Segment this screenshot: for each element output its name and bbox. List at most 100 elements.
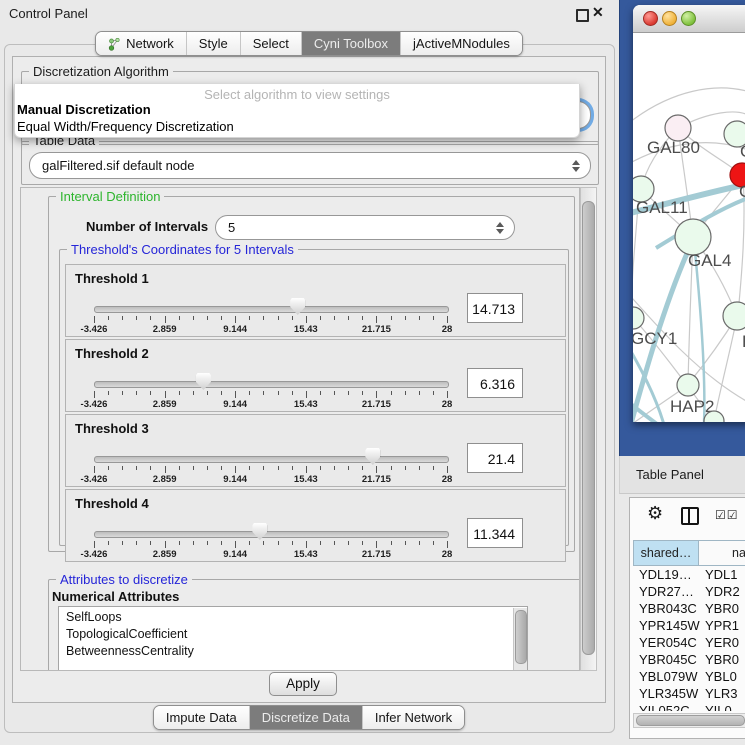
numerical-attributes-list[interactable]: SelfLoopsTopologicalCoefficientBetweenne… xyxy=(58,606,528,671)
tick xyxy=(193,391,194,395)
threshold-panel-1: Threshold 1-3.4262.8599.14415.4321.71528… xyxy=(65,264,566,337)
network-node-H-partial[interactable] xyxy=(723,302,745,330)
tick xyxy=(292,541,293,545)
attribute-item[interactable]: SelfLoops xyxy=(59,609,527,626)
tick xyxy=(179,316,180,320)
table-row[interactable]: YPR145WYPR1 xyxy=(633,617,745,634)
settings-scrollbar[interactable] xyxy=(580,187,597,671)
column-header-name[interactable]: na xyxy=(699,540,745,566)
gear-icon[interactable]: ⚙ xyxy=(647,503,663,524)
tick-label: 9.144 xyxy=(223,549,247,560)
slider-track[interactable] xyxy=(94,456,449,463)
table-hscrollbar-thumb[interactable] xyxy=(636,715,745,726)
discretization-algorithm-label: Discretization Algorithm xyxy=(29,65,173,78)
tick xyxy=(447,541,448,548)
cell-shared-name: YDR27… xyxy=(639,584,694,599)
column-header-shared[interactable]: shared… xyxy=(633,540,699,566)
list-scrollbar[interactable] xyxy=(513,608,527,670)
table-row[interactable]: YDR27…YDR2 xyxy=(633,583,745,600)
threshold-value-field[interactable]: 11.344 xyxy=(467,518,523,548)
slider-track[interactable] xyxy=(94,381,449,388)
table-data-combobox[interactable]: galFiltered.sif default node xyxy=(29,152,591,179)
tab-jactivemnodules[interactable]: jActiveMNodules xyxy=(400,32,522,55)
tick xyxy=(249,466,250,470)
tick xyxy=(150,541,151,545)
tick xyxy=(433,541,434,545)
network-node-label: GCY1 xyxy=(633,329,677,348)
tick xyxy=(249,316,250,320)
tab-style[interactable]: Style xyxy=(186,32,240,55)
combo-arrows-icon xyxy=(496,222,504,234)
checkbox-icons[interactable]: ☑☑ xyxy=(715,508,739,522)
slider-track[interactable] xyxy=(94,306,449,313)
cell-shared-name: YBR043C xyxy=(639,601,697,616)
network-canvas[interactable]: GAL80GACGAL11GAL4GCY1HHAP2 xyxy=(633,33,745,422)
numerical-attributes-label: Numerical Attributes xyxy=(52,589,179,604)
table-row[interactable]: YBL079WYBL0 xyxy=(633,668,745,685)
tick xyxy=(235,391,236,398)
tick xyxy=(207,541,208,545)
network-edge[interactable] xyxy=(633,88,745,122)
zoom-traffic-light-icon[interactable] xyxy=(681,11,696,26)
table-row[interactable]: YBR043CYBR0 xyxy=(633,600,745,617)
table-row[interactable]: YBR045CYBR0 xyxy=(633,651,745,668)
cell-name: YLR3 xyxy=(705,686,738,701)
tick-label: 2.859 xyxy=(153,549,177,560)
tab-impute-data[interactable]: Impute Data xyxy=(154,706,249,729)
minimize-traffic-light-icon[interactable] xyxy=(662,11,677,26)
tick xyxy=(108,541,109,545)
tab-cyni-toolbox[interactable]: Cyni Toolbox xyxy=(301,32,400,55)
tick xyxy=(108,316,109,320)
threshold-value-field[interactable]: 21.4 xyxy=(467,443,523,473)
network-node-GAL4[interactable] xyxy=(675,219,711,255)
table-row[interactable]: YLR345WYLR3 xyxy=(633,685,745,702)
algorithm-option-equal-width-frequency-discretization[interactable]: Equal Width/Frequency Discretization xyxy=(17,119,234,134)
tick xyxy=(292,391,293,395)
tab-select[interactable]: Select xyxy=(240,32,301,55)
tick-label: -3.426 xyxy=(81,324,108,335)
slider-tick-labels: -3.4262.8599.14415.4321.71528 xyxy=(94,399,447,410)
split-pane-icon[interactable] xyxy=(681,507,699,525)
settings-scrollbar-thumb[interactable] xyxy=(582,201,595,655)
close-traffic-light-icon[interactable] xyxy=(643,11,658,26)
tab-discretize-data[interactable]: Discretize Data xyxy=(249,706,362,729)
tick xyxy=(193,316,194,320)
tick xyxy=(165,541,166,548)
interval-definition-label: Interval Definition xyxy=(56,190,164,203)
threshold-value-field[interactable]: 6.316 xyxy=(467,368,523,398)
close-icon[interactable]: ✕ xyxy=(592,4,604,21)
threshold-value-field[interactable]: 14.713 xyxy=(467,293,523,323)
apply-button[interactable]: Apply xyxy=(269,672,337,696)
number-of-intervals-combobox[interactable]: 5 xyxy=(215,215,515,240)
table-row[interactable]: YDL19…YDL1 xyxy=(633,566,745,583)
table-row[interactable]: YIL052CYIL0 xyxy=(633,702,745,711)
algorithm-option-manual-discretization[interactable]: Manual Discretization xyxy=(17,102,151,117)
tick xyxy=(376,316,377,323)
network-node-HAP2[interactable] xyxy=(677,374,699,396)
attribute-item[interactable]: BetweennessCentrality xyxy=(59,643,527,660)
tick xyxy=(207,316,208,320)
tick xyxy=(391,466,392,470)
tick xyxy=(263,541,264,545)
tick xyxy=(334,316,335,320)
slider-track[interactable] xyxy=(94,531,449,538)
tick xyxy=(362,466,363,470)
cyni-toolbox-panel: Discretization Algorithm Table Data galF… xyxy=(12,56,606,703)
tab-infer-network[interactable]: Infer Network xyxy=(362,706,464,729)
tick xyxy=(405,466,406,470)
tick xyxy=(193,466,194,470)
network-node-label: C xyxy=(739,182,745,201)
tick xyxy=(405,316,406,320)
table-row[interactable]: YER054CYER0 xyxy=(633,634,745,651)
tick xyxy=(320,541,321,545)
table-hscrollbar[interactable] xyxy=(633,713,745,728)
tab-network[interactable]: Network xyxy=(96,32,186,55)
table-rows[interactable]: YDL19…YDL1YDR27…YDR2YBR043CYBR0YPR145WYP… xyxy=(633,566,745,711)
network-edge[interactable] xyxy=(714,317,737,421)
tick xyxy=(179,541,180,545)
attribute-item[interactable]: TopologicalCoefficient xyxy=(59,626,527,643)
cell-name: YDL1 xyxy=(705,567,738,582)
list-scrollbar-thumb[interactable] xyxy=(515,610,527,664)
float-window-icon[interactable] xyxy=(576,9,589,22)
cell-shared-name: YER054C xyxy=(639,635,697,650)
